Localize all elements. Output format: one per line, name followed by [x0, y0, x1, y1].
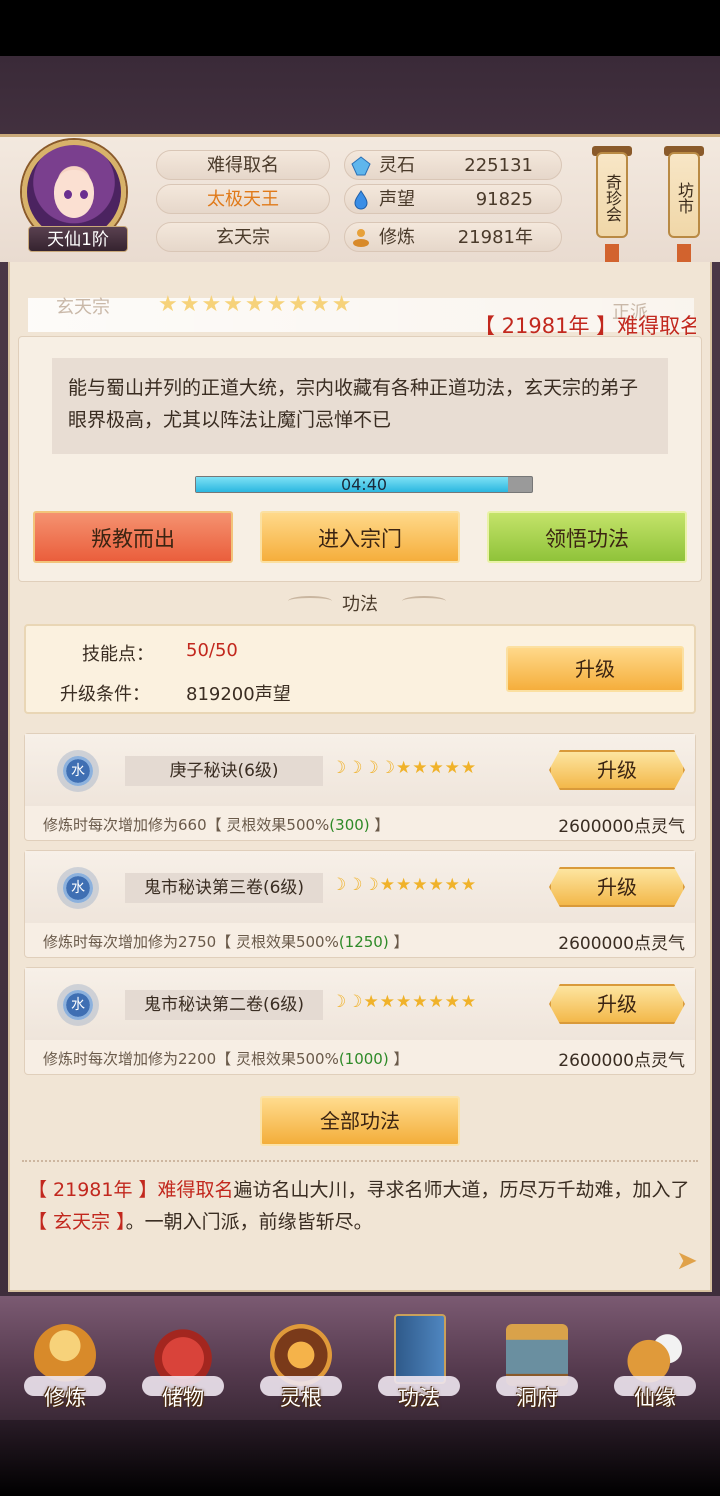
technique-name: 鬼市秘诀第二卷(6级)	[125, 990, 323, 1020]
resource-cultivation: 修炼 21981年	[344, 222, 562, 252]
technique-upgrade-button[interactable]: 升级	[549, 984, 685, 1024]
comprehend-technique-button[interactable]: 领悟功法	[487, 511, 687, 563]
effect-text: 修炼时每次增加修为660【 灵根效果500%	[43, 816, 330, 834]
log-text: 遍访名山大川，寻求名师大道，历尽万千劫难，加入了	[233, 1179, 690, 1201]
treasure-fair-lantern[interactable]: 奇珍会	[596, 152, 628, 238]
technique-effect: 修炼时每次增加修为2200【 灵根效果500%(1000) 】	[43, 1048, 409, 1069]
technique-name: 庚子秘诀(6级)	[125, 756, 323, 786]
all-techniques-button[interactable]: 全部功法	[260, 1096, 460, 1146]
nav-label: 储物	[162, 1386, 204, 1410]
skill-upgrade-button[interactable]: 升级	[506, 646, 684, 692]
log-next-arrow-icon[interactable]: ➤	[676, 1246, 698, 1276]
nav-label: 修炼	[44, 1386, 86, 1410]
technique-book-icon	[394, 1314, 446, 1384]
timer-text: 04:40	[340, 475, 388, 494]
nav-technique-active[interactable]: 功法	[364, 1308, 474, 1410]
title-ornament-right	[402, 596, 446, 606]
skill-points-card: 技能点： 50/50 升级条件： 819200声望 升级	[24, 624, 696, 714]
spirit-stone-icon	[351, 156, 371, 176]
event-log: 【 21981年 】难得取名遍访名山大川，寻求名师大道，历尽万千劫难，加入了【 …	[28, 1174, 692, 1238]
nav-label: 洞府	[516, 1386, 558, 1410]
sect-name: 玄天宗	[56, 297, 110, 318]
upgrade-condition-value: 819200声望	[186, 684, 291, 705]
technique-level-stars: ☽☽☽☽★★★★★	[331, 758, 478, 778]
fame-drop-icon	[354, 190, 368, 210]
log-divider	[22, 1160, 698, 1162]
water-element-icon: 水	[63, 873, 93, 903]
status-bar	[0, 0, 720, 56]
upgrade-condition-label: 升级条件：	[60, 684, 150, 705]
resource-label: 灵石	[379, 155, 415, 176]
player-sect: 玄天宗	[156, 222, 330, 252]
effect-text: 修炼时每次增加修为2750【 灵根效果500%	[43, 933, 339, 951]
resource-label: 声望	[379, 189, 415, 210]
water-element-icon: 水	[63, 990, 93, 1020]
effect-text: 修炼时每次增加修为2200【 灵根效果500%	[43, 1050, 339, 1068]
nav-storage[interactable]: 储物	[128, 1318, 238, 1414]
technique-cost: 2600000点灵气	[558, 934, 685, 954]
nav-immortal-fate[interactable]: 仙缘	[600, 1318, 710, 1414]
log-player: 难得取名	[157, 1179, 234, 1201]
technique-upgrade-button[interactable]: 升级	[549, 867, 685, 907]
sect-description: 能与蜀山并列的正道大统，宗内收藏有各种正道功法，玄天宗的弟子眼界极高，尤其以阵法…	[52, 358, 668, 454]
avatar-eye	[64, 190, 72, 199]
nav-cave[interactable]: 洞府	[482, 1318, 592, 1414]
effect-bonus: (1250)	[338, 933, 389, 951]
resource-fame: 声望 91825	[344, 184, 562, 214]
log-year: 【 21981年 】	[28, 1179, 158, 1201]
resource-value: 21981年	[457, 227, 533, 248]
water-element-icon: 水	[63, 756, 93, 786]
nav-spirit-root[interactable]: 灵根	[246, 1318, 356, 1414]
skill-points-value: 50/50	[186, 640, 238, 661]
technique-row: 水 鬼市秘诀第三卷(6级) ☽☽☽★★★★★★ 升级 修炼时每次增加修为2750…	[24, 850, 696, 958]
effect-bonus: (300)	[329, 816, 370, 834]
technique-effect: 修炼时每次增加修为660【 灵根效果500%(300) 】	[43, 814, 389, 835]
effect-bonus: (1000)	[338, 1050, 389, 1068]
player-avatar[interactable]: 天仙1阶	[18, 140, 130, 252]
log-text: 。一朝入门派，前缘皆斩尽。	[125, 1211, 373, 1233]
log-sect: 【 玄天宗 】	[28, 1211, 126, 1233]
sect-timer-bar: 04:40	[195, 475, 533, 494]
effect-close: 】	[369, 816, 390, 834]
player-title: 太极天王	[156, 184, 330, 214]
resource-value: 225131	[464, 155, 533, 176]
technique-level-stars: ☽☽★★★★★★★	[331, 992, 478, 1012]
leave-sect-button[interactable]: 叛教而出	[33, 511, 233, 563]
avatar-eye	[80, 190, 88, 199]
sect-stars: ★★★★★★★★★	[158, 292, 354, 317]
technique-section-title: 功法	[342, 594, 378, 615]
technique-effect: 修炼时每次增加修为2750【 灵根效果500%(1250) 】	[43, 931, 409, 952]
nav-label: 灵根	[280, 1386, 322, 1410]
rank-badge: 天仙1阶	[28, 226, 128, 252]
resource-value: 91825	[475, 189, 533, 210]
market-lantern[interactable]: 坊市	[668, 152, 700, 238]
bottom-bar	[0, 1416, 720, 1496]
technique-cost: 2600000点灵气	[558, 817, 685, 837]
effect-close: 】	[388, 933, 409, 951]
resource-spirit-stone: 灵石 225131	[344, 150, 562, 180]
technique-level-stars: ☽☽☽★★★★★★	[331, 875, 478, 895]
nav-label: 功法	[398, 1386, 440, 1410]
nav-cultivate[interactable]: 修炼	[10, 1318, 120, 1414]
skill-points-label: 技能点：	[82, 644, 154, 665]
effect-close: 】	[388, 1050, 409, 1068]
technique-name: 鬼市秘诀第三卷(6级)	[125, 873, 323, 903]
player-name: 难得取名	[156, 150, 330, 180]
technique-cost: 2600000点灵气	[558, 1051, 685, 1071]
technique-row: 水 庚子秘诀(6级) ☽☽☽☽★★★★★ 升级 修炼时每次增加修为660【 灵根…	[24, 733, 696, 841]
cultivation-icon	[353, 229, 369, 247]
technique-row: 水 鬼市秘诀第二卷(6级) ☽☽★★★★★★★ 升级 修炼时每次增加修为2200…	[24, 967, 696, 1075]
technique-upgrade-button[interactable]: 升级	[549, 750, 685, 790]
enter-sect-button[interactable]: 进入宗门	[260, 511, 460, 563]
avatar-face	[54, 170, 94, 218]
nav-label: 仙缘	[634, 1386, 676, 1410]
resource-label: 修炼	[379, 227, 415, 248]
